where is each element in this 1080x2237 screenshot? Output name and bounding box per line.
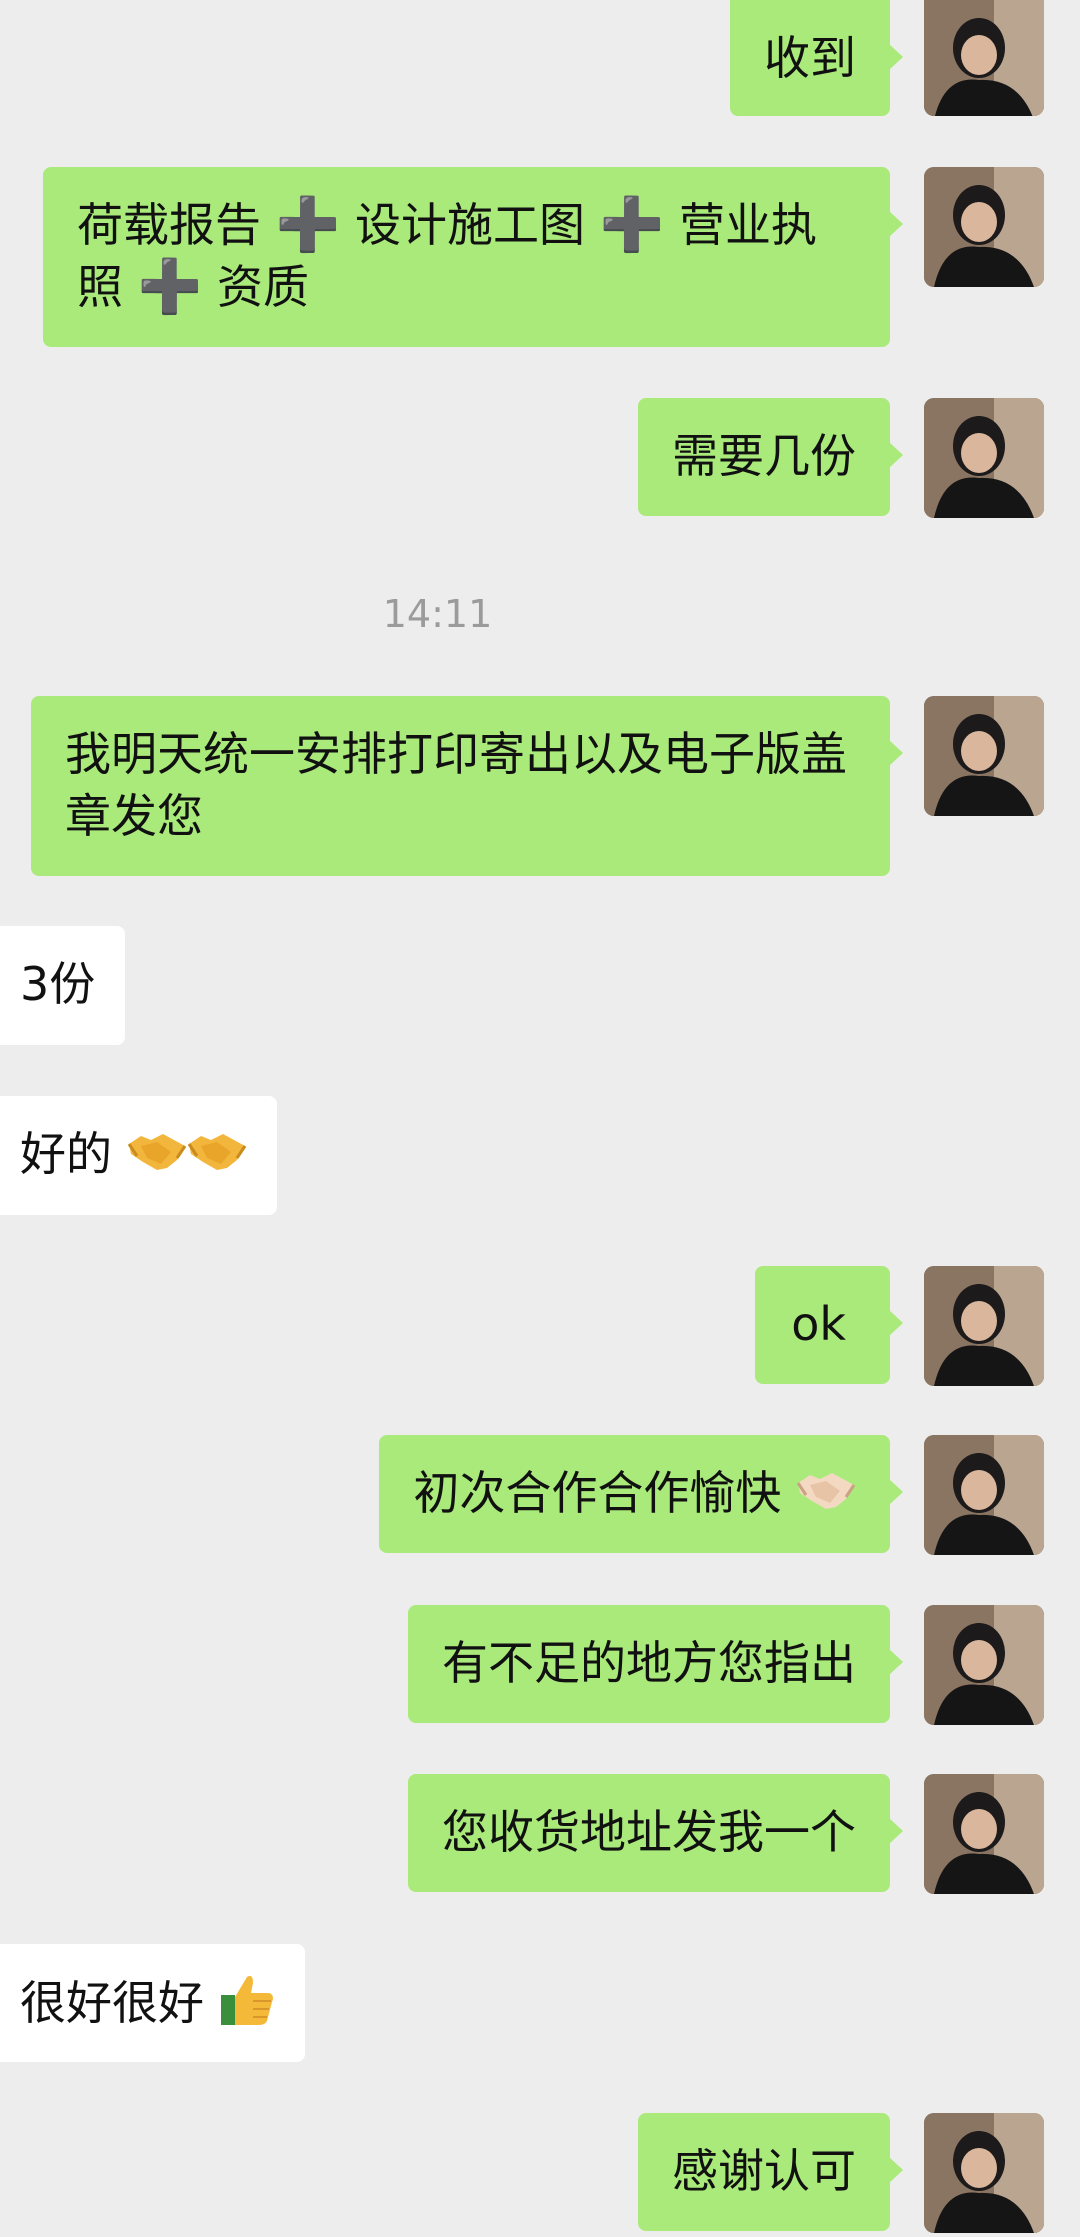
message-bubble[interactable]: 需要几份 [638,398,903,516]
message-bubble[interactable]: 很好很好 [0,1944,305,2062]
message-text-part: 资质 [217,260,309,314]
thumbs-up-icon [219,1971,275,2042]
message-bubble[interactable]: 收到 [730,0,903,116]
message-text: 我明天统一安排打印寄出以及电子版盖章发您 [65,727,847,843]
avatar[interactable] [924,398,1044,518]
message-bubble[interactable]: 好的 [0,1096,277,1215]
message-text: 初次合作合作愉快 [413,1466,782,1520]
message-text-part: 荷载报告 [77,198,261,252]
plus-icon: ➕ [275,195,341,255]
avatar[interactable] [924,1605,1044,1725]
avatar[interactable] [924,696,1044,816]
message-text: 有不足的地方您指出 [442,1636,856,1690]
chat-message-list[interactable]: 收到 荷载报告 ➕ 设计施工图 ➕ 营业执照 ➕ 资质 需要几份 14:11 我… [0,0,1080,2237]
message-timestamp: 14:11 [382,592,493,636]
avatar[interactable] [924,1266,1044,1386]
handshake-icon [796,1463,856,1530]
avatar[interactable] [924,167,1044,287]
avatar[interactable] [924,2113,1044,2233]
message-text-part: 设计施工图 [355,198,585,252]
handshake-icon [127,1124,187,1191]
avatar[interactable] [924,1435,1044,1555]
message-text: 感谢认可 [672,2144,856,2198]
message-bubble[interactable]: 荷载报告 ➕ 设计施工图 ➕ 营业执照 ➕ 资质 [43,167,903,347]
message-bubble[interactable]: 有不足的地方您指出 [408,1605,903,1723]
message-text: 很好很好 [20,1976,204,2030]
message-text: ok [791,1297,846,1351]
message-bubble[interactable]: 3份 [0,926,126,1045]
message-text: 收到 [764,31,856,85]
message-bubble[interactable]: 您收货地址发我一个 [408,1774,903,1892]
avatar[interactable] [924,1774,1044,1894]
plus-icon: ➕ [137,257,203,317]
message-text: 需要几份 [672,429,856,483]
handshake-icon [187,1124,247,1191]
message-text: 好的 [20,1127,112,1181]
plus-icon: ➕ [599,195,665,255]
message-text: 您收货地址发我一个 [442,1805,856,1859]
message-bubble[interactable]: 感谢认可 [638,2113,903,2231]
message-bubble[interactable]: ok [755,1266,903,1384]
message-bubble[interactable]: 初次合作合作愉快 [379,1435,903,1553]
message-text: 3份 [20,957,96,1011]
avatar[interactable] [924,0,1044,116]
message-bubble[interactable]: 我明天统一安排打印寄出以及电子版盖章发您 [31,696,903,876]
